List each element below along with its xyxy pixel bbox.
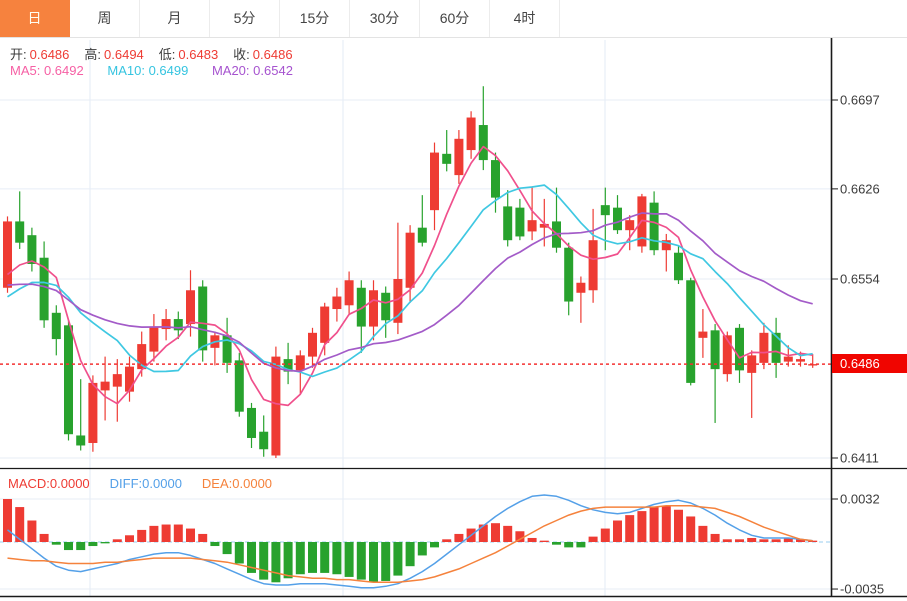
ma20-value: 0.6542: [253, 63, 293, 78]
ohlc-legend: 开: 0.6486 高: 0.6494 低: 0.6483 收: 0.6486: [10, 44, 308, 63]
ma5-label: MA5:: [10, 63, 41, 78]
open-label: 开:: [10, 47, 27, 62]
diff-value: 0.0000: [142, 476, 182, 491]
current-price-badge: 0.6486: [832, 354, 907, 373]
tab-15min[interactable]: 15分: [280, 0, 350, 37]
ma20-label: MA20:: [211, 63, 250, 78]
diff-label: DIFF:: [109, 476, 143, 491]
ma10-value: 0.6499: [148, 63, 189, 78]
tab-day[interactable]: 日: [0, 0, 70, 37]
tab-5min[interactable]: 5分: [210, 0, 280, 37]
macd-value: 0.0000: [49, 476, 90, 491]
close-value: 0.6486: [252, 47, 293, 62]
ma5-value: 0.6492: [43, 63, 84, 78]
ma-legend: MA5: 0.6492 MA10: 0.6499 MA20: 0.6542: [10, 63, 293, 78]
open-value: 0.6486: [29, 47, 70, 62]
dea-value: 0.0000: [232, 476, 273, 491]
macd-label: MACD:: [8, 476, 50, 491]
dea-label: DEA:: [201, 476, 233, 491]
tab-month[interactable]: 月: [140, 0, 210, 37]
close-label: 收:: [233, 47, 250, 62]
tab-30min[interactable]: 30分: [350, 0, 420, 37]
timeframe-tabbar: 日 周 月 5分 15分 30分 60分 4时: [0, 0, 907, 38]
chart-canvas[interactable]: [0, 38, 907, 601]
high-value: 0.6494: [104, 47, 144, 62]
high-label: 高:: [84, 47, 102, 62]
ma10-label: MA10:: [107, 63, 145, 78]
low-label: 低:: [158, 47, 176, 62]
macd-legend: MACD:0.0000 DIFF:0.0000 DEA:0.0000: [8, 476, 272, 491]
tab-4hour[interactable]: 4时: [490, 0, 560, 37]
low-value: 0.6483: [178, 47, 219, 62]
tab-week[interactable]: 周: [70, 0, 140, 37]
tab-60min[interactable]: 60分: [420, 0, 490, 37]
kline-app: 日 周 月 5分 15分 30分 60分 4时 0.6697 0.6626 0.65…: [0, 0, 907, 601]
